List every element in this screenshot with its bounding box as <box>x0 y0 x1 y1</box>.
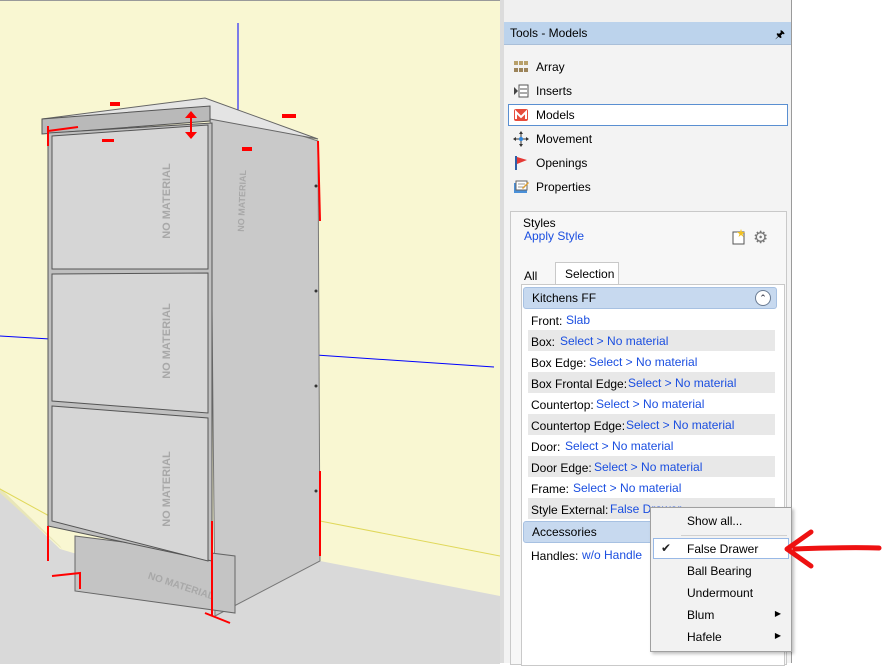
tab-selection-label: Selection <box>565 267 615 281</box>
prop-key: Box: <box>531 335 556 349</box>
prop-key: Door Edge: <box>531 461 592 475</box>
tool-inserts-label: Inserts <box>536 84 573 98</box>
menu-item-show-all[interactable]: Show all... <box>653 510 789 531</box>
menu-item-label: Ball Bearing <box>687 564 752 578</box>
drawer-material-label-1: NO MATERIAL <box>161 163 173 239</box>
tool-movement[interactable]: Movement <box>508 128 788 150</box>
style-settings-gear-icon[interactable]: ⚙ <box>753 228 768 248</box>
panel-titlebar: Tools - Models 🖈︎ <box>504 22 791 45</box>
prop-key: Front: <box>531 314 563 328</box>
prop-value-link[interactable]: Select > No material <box>560 334 668 348</box>
checkmark-icon: ✔ <box>661 541 672 555</box>
prop-key: Handles: <box>531 549 579 563</box>
tool-inserts[interactable]: Inserts <box>508 80 788 102</box>
prop-row-door-edge[interactable]: Door Edge: Select > No material <box>528 456 775 477</box>
prop-row-front[interactable]: Front: Slab <box>528 309 775 330</box>
prop-row-box-frontal-edge[interactable]: Box Frontal Edge: Select > No material <box>528 372 775 393</box>
prop-value-link[interactable]: Select > No material <box>565 439 673 453</box>
tool-models[interactable]: Models <box>508 104 788 126</box>
3d-viewport[interactable]: NO MATERIAL NO MATERIAL NO MATERIAL NO M… <box>0 0 500 664</box>
new-style-icon[interactable] <box>731 229 747 245</box>
prop-key: Style External: <box>531 503 609 517</box>
styles-legend: Styles <box>523 216 556 230</box>
properties-icon <box>513 179 529 195</box>
collapse-chevron-icon[interactable]: ⌃ <box>755 290 771 306</box>
inserts-icon <box>513 83 529 99</box>
group-accessories-title: Accessories <box>532 525 597 539</box>
tool-movement-label: Movement <box>536 132 593 146</box>
menu-item-ball-bearing[interactable]: Ball Bearing <box>653 560 789 581</box>
models-icon <box>513 107 529 123</box>
menu-item-label: Show all... <box>687 514 743 528</box>
annotation-arrow-icon <box>784 529 882 569</box>
menu-item-blum[interactable]: Blum ▶ <box>653 604 789 625</box>
menu-item-label: Undermount <box>687 586 754 600</box>
prop-value-link[interactable]: Select > No material <box>596 397 704 411</box>
menu-item-hafele[interactable]: Hafele ▶ <box>653 626 789 647</box>
prop-key: Countertop: <box>531 398 594 412</box>
tab-all-label: All <box>524 269 538 283</box>
apply-style-link[interactable]: Apply Style <box>524 229 584 243</box>
prop-value-link[interactable]: Select > No material <box>628 376 736 390</box>
submenu-arrow-icon: ▶ <box>774 631 781 640</box>
panel-title: Tools - Models <box>510 26 588 40</box>
prop-row-box[interactable]: Box: Select > No material <box>528 330 775 351</box>
prop-value-link[interactable]: Select > No material <box>589 355 697 369</box>
tool-properties[interactable]: Properties <box>508 176 788 198</box>
tool-array[interactable]: Array <box>508 56 788 78</box>
menu-item-label: Hafele <box>687 630 722 644</box>
menu-item-label: False Drawer <box>687 542 759 556</box>
menu-item-undermount[interactable]: Undermount <box>653 582 789 603</box>
prop-value-link[interactable]: Select > No material <box>594 460 702 474</box>
tab-selection[interactable]: Selection <box>555 262 619 284</box>
prop-row-countertop[interactable]: Countertop: Select > No material <box>528 393 775 414</box>
drawer-material-label-2: NO MATERIAL <box>161 303 173 379</box>
array-icon <box>513 59 529 75</box>
group-kitchens-ff[interactable]: Kitchens FF ⌃ <box>523 287 777 309</box>
tool-openings-label: Openings <box>536 156 588 170</box>
prop-row-box-edge[interactable]: Box Edge: Select > No material <box>528 351 775 372</box>
tool-openings[interactable]: Openings <box>508 152 788 174</box>
prop-row-door[interactable]: Door: Select > No material <box>528 435 775 456</box>
menu-separator <box>681 535 787 536</box>
style-external-context-menu: Show all... ✔ False Drawer Ball Bearing … <box>650 507 792 652</box>
movement-icon <box>513 131 529 147</box>
cabinet-scene[interactable]: NO MATERIAL NO MATERIAL NO MATERIAL NO M… <box>0 1 500 664</box>
menu-item-label: Blum <box>687 608 715 622</box>
prop-key: Box Frontal Edge: <box>531 377 628 391</box>
prop-value-link[interactable]: w/o Handle <box>582 548 642 562</box>
tool-array-label: Array <box>536 60 565 74</box>
prop-key: Box Edge: <box>531 356 587 370</box>
prop-row-frame[interactable]: Frame: Select > No material <box>528 477 775 498</box>
prop-value-link[interactable]: Select > No material <box>573 481 681 495</box>
prop-key: Countertop Edge: <box>531 419 626 433</box>
submenu-arrow-icon: ▶ <box>774 609 781 618</box>
group-kitchens-ff-title: Kitchens FF <box>532 291 597 305</box>
prop-value-link[interactable]: Slab <box>566 313 590 327</box>
pin-icon[interactable]: 🖈︎ <box>775 26 785 45</box>
prop-key: Frame: <box>531 482 570 496</box>
drawer-material-label-3: NO MATERIAL <box>161 451 173 527</box>
prop-value-link[interactable]: Select > No material <box>626 418 734 432</box>
prop-key: Door: <box>531 440 561 454</box>
openings-icon <box>513 155 529 171</box>
tool-properties-label: Properties <box>536 180 591 194</box>
tool-list: Array Inserts Models Movement Openings P… <box>508 56 788 200</box>
menu-item-false-drawer[interactable]: ✔ False Drawer <box>653 538 789 559</box>
tool-models-label: Models <box>536 108 575 122</box>
prop-row-countertop-edge[interactable]: Countertop Edge: Select > No material <box>528 414 775 435</box>
